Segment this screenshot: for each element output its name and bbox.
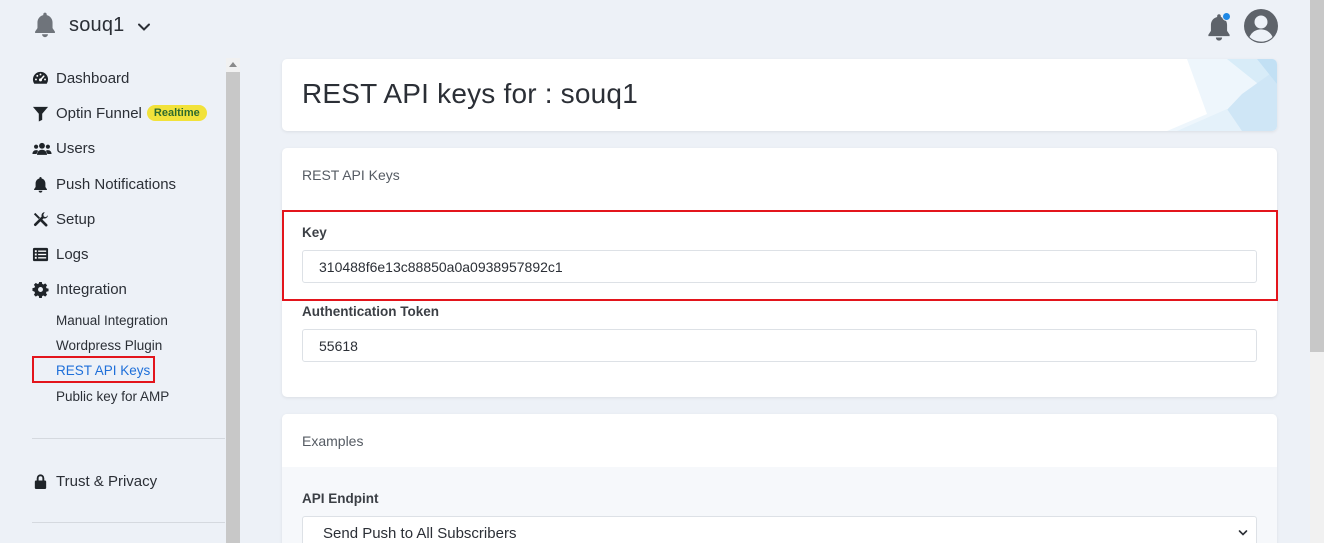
sidebar-subitem-manual-integration[interactable]: Manual Integration: [56, 313, 168, 328]
sidebar-item-label: Users: [56, 139, 96, 157]
lock-icon: [34, 473, 47, 489]
sidebar: Dashboard Optin Funnel Realtime Users Pu…: [0, 58, 226, 543]
card-heading: REST API Keys: [302, 167, 400, 183]
users-icon: [32, 142, 52, 155]
sidebar-item-users[interactable]: Users: [32, 137, 95, 159]
chevron-down-icon: [1238, 530, 1248, 536]
sidebar-item-label: Dashboard: [56, 69, 130, 87]
realtime-badge: Realtime: [146, 105, 207, 121]
api-endpoint-select[interactable]: Send Push to All Subscribers: [302, 516, 1257, 543]
examples-card: Examples API Endpint Send Push to All Su…: [282, 414, 1277, 543]
api-endpoint-label: API Endpint: [302, 491, 379, 506]
sidebar-item-label: Setup: [56, 210, 96, 228]
page-title-card: REST API keys for : souq1: [282, 59, 1277, 131]
site-bell-icon: [35, 12, 55, 38]
site-switcher[interactable]: souq1: [32, 11, 151, 39]
sidebar-item-integration[interactable]: Integration: [32, 278, 127, 300]
sidebar-divider: [32, 522, 225, 523]
notifications-button[interactable]: [1205, 12, 1233, 42]
decorative-shapes: [1167, 59, 1277, 131]
auth-token-field[interactable]: 55618: [302, 329, 1257, 362]
notification-dot: [1222, 12, 1231, 21]
list-icon: [32, 247, 49, 261]
sidebar-subitem-public-key-amp[interactable]: Public key for AMP: [56, 389, 169, 404]
gear-icon: [32, 281, 49, 298]
examples-header: Examples: [282, 414, 1277, 467]
sidebar-item-optin-funnel[interactable]: Optin Funnel Realtime: [32, 102, 207, 124]
sidebar-item-setup[interactable]: Setup: [32, 208, 95, 230]
chevron-down-icon: [137, 23, 150, 31]
sidebar-item-label: Push Notifications: [56, 175, 177, 193]
bell-icon: [34, 176, 47, 193]
sidebar-item-push-notifications[interactable]: Push Notifications: [32, 173, 176, 195]
sidebar-item-dashboard[interactable]: Dashboard: [32, 67, 129, 89]
sidebar-item-trust-privacy[interactable]: Trust & Privacy: [32, 470, 157, 492]
key-field-highlight: [282, 210, 1278, 301]
active-item-highlight: [32, 356, 155, 383]
user-avatar-icon[interactable]: [1243, 8, 1279, 44]
page-scrollbar-thumb[interactable]: [1310, 0, 1324, 352]
funnel-icon: [32, 106, 49, 122]
scroll-up-arrow-icon: [229, 62, 237, 67]
select-value: Send Push to All Subscribers: [323, 524, 517, 542]
sidebar-item-label: Logs: [56, 245, 89, 263]
tools-icon: [33, 211, 48, 227]
sidebar-scrollbar[interactable]: [226, 58, 240, 543]
card-heading: Examples: [302, 433, 364, 449]
auth-token-label: Authentication Token: [302, 304, 439, 319]
top-bar: souq1: [0, 0, 1324, 52]
page-scrollbar[interactable]: [1310, 0, 1324, 543]
sidebar-item-label: Optin Funnel: [56, 104, 142, 122]
sidebar-subitem-wordpress-plugin[interactable]: Wordpress Plugin: [56, 338, 162, 353]
sidebar-item-logs[interactable]: Logs: [32, 243, 89, 265]
sidebar-divider: [32, 438, 225, 439]
site-name: souq1: [69, 13, 125, 36]
dashboard-icon: [32, 71, 49, 84]
page-title: REST API keys for : souq1: [302, 78, 638, 109]
sidebar-item-label: Integration: [56, 280, 127, 298]
sidebar-item-label: Trust & Privacy: [56, 472, 158, 490]
